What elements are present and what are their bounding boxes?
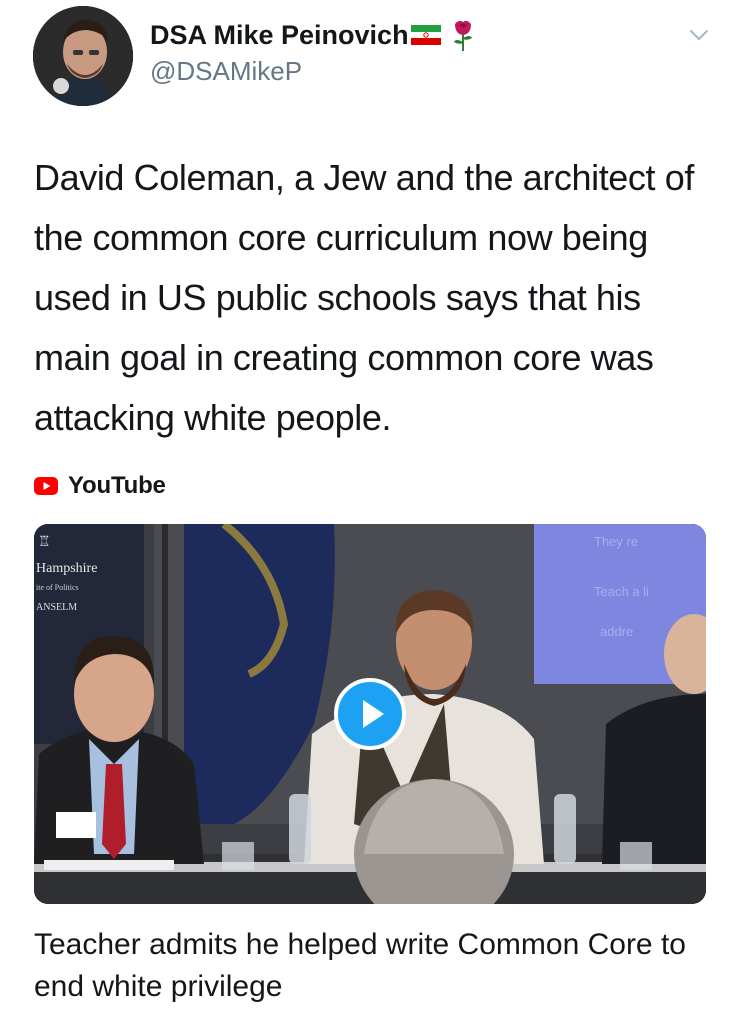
- display-name-text: DSA Mike Peinovich: [150, 19, 409, 50]
- chevron-down-icon[interactable]: [686, 22, 712, 48]
- svg-text:♖: ♖: [38, 535, 51, 550]
- youtube-icon: [34, 477, 58, 495]
- play-button[interactable]: [334, 678, 406, 750]
- video-sign-subtitle: ite of Politics: [36, 583, 79, 592]
- video-sign-name: ANSELM: [36, 602, 77, 613]
- rose-icon: [451, 18, 475, 52]
- screen-text-2: Teach a li: [594, 584, 649, 599]
- card-title[interactable]: Teacher admits he helped write Common Co…: [34, 924, 724, 1008]
- tweet-text: David Coleman, a Jew and the architect o…: [34, 157, 694, 438]
- avatar-image: [33, 6, 133, 106]
- screen-text-1: They re: [594, 534, 638, 549]
- author-display-name[interactable]: DSA Mike Peinovich: [150, 18, 475, 52]
- screen-text-3: addre: [600, 624, 633, 639]
- card-source-link[interactable]: YouTube: [34, 472, 166, 500]
- author-handle[interactable]: @DSAMikeP: [150, 56, 302, 87]
- play-icon: [363, 700, 384, 728]
- iran-flag-icon: [410, 25, 441, 45]
- video-sign-title: Hampshire: [36, 561, 97, 576]
- card-source-label: YouTube: [68, 472, 166, 499]
- video-thumbnail[interactable]: They re Teach a li addre ♖ Hampshire ite…: [34, 524, 706, 904]
- author-avatar[interactable]: [33, 6, 133, 106]
